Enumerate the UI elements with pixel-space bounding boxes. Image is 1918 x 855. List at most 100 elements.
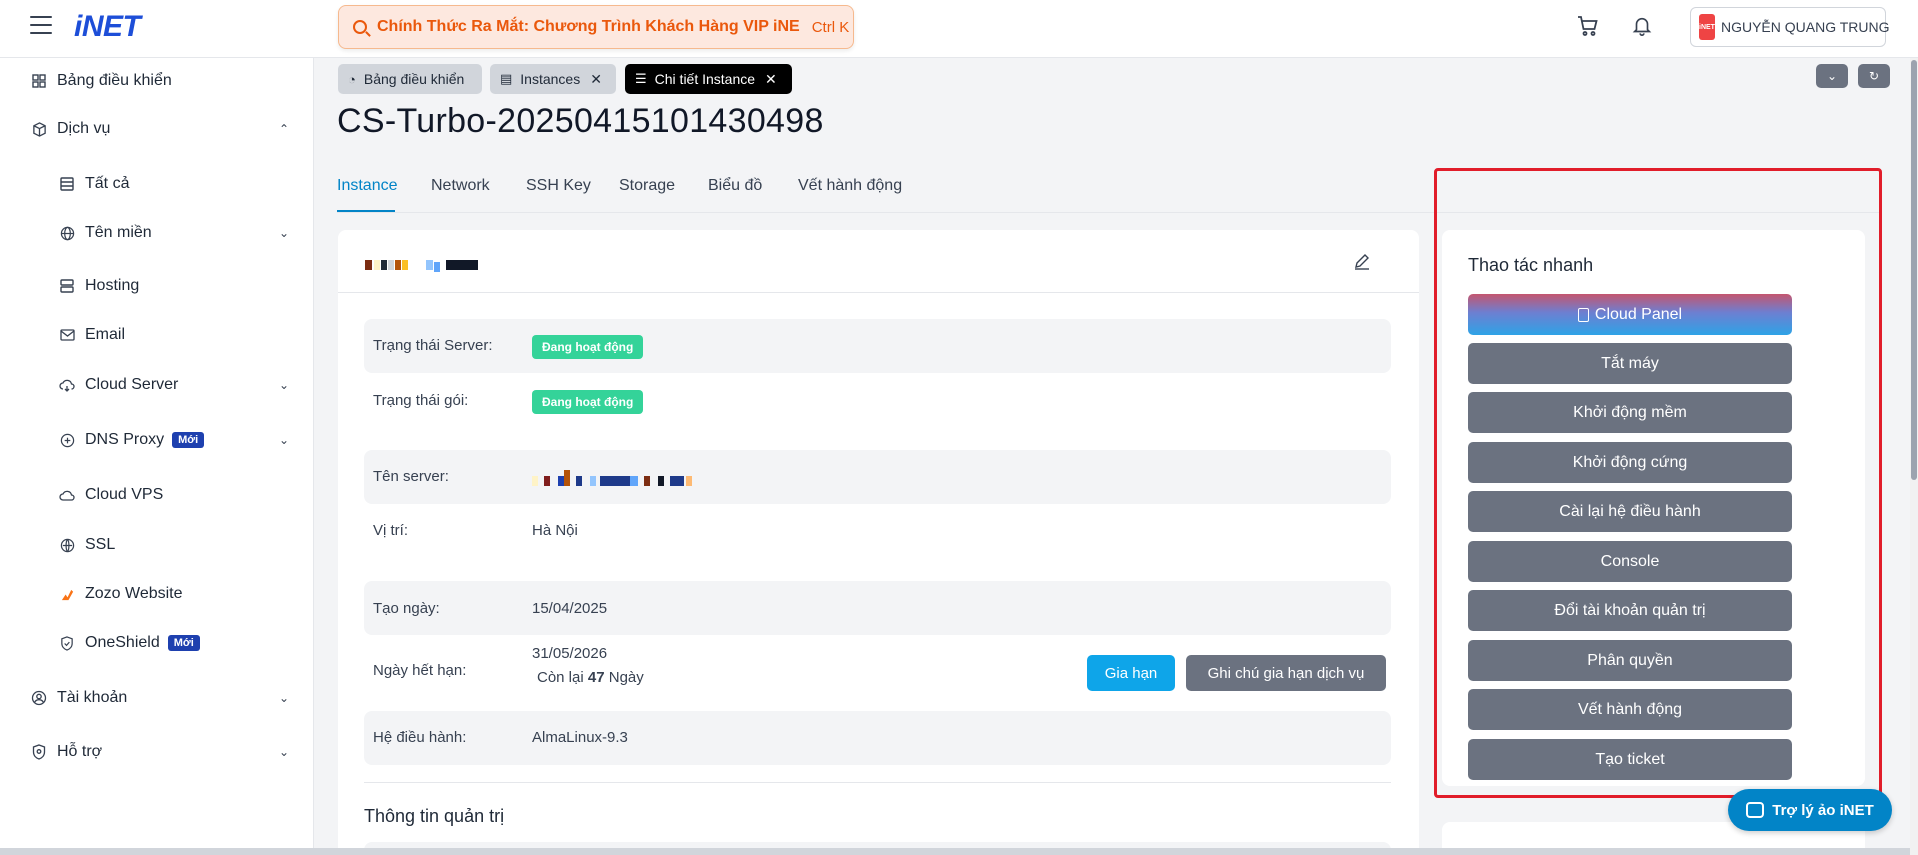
user-name: NGUYỄN QUANG TRUNG — [1720, 19, 1890, 35]
create-ticket-button[interactable]: Tạo ticket — [1468, 739, 1792, 780]
sidebar-item-hosting[interactable]: Hosting — [59, 277, 139, 295]
server-status-label: Trạng thái Server: — [373, 337, 493, 354]
robot-icon — [1746, 802, 1765, 818]
renewal-note-button[interactable]: Ghi chú gia hạn dịch vụ — [1186, 655, 1386, 691]
sidebar-item-domains[interactable]: Tên miền ⌄ — [59, 224, 289, 242]
expiry-row: Ngày hết hạn: 31/05/2026 Còn lại 47 Ngày… — [364, 635, 1391, 705]
sidebar-item-email[interactable]: Email — [59, 326, 125, 344]
instance-detail-card: Trạng thái Server: Đang hoạt động Trạng … — [338, 230, 1419, 855]
divider — [364, 782, 1391, 783]
sidebar-item-label: Email — [85, 326, 126, 343]
quick-actions-title: Thao tác nhanh — [1468, 255, 1594, 275]
horizontal-scrollbar[interactable] — [0, 848, 1910, 855]
tab-instance[interactable]: Instance — [337, 177, 397, 195]
reinstall-os-button[interactable]: Cài lại hệ điều hành — [1468, 491, 1792, 532]
user-menu-button[interactable]: iNET NGUYỄN QUANG TRUNG — [1690, 7, 1890, 47]
sidebar-item-label: OneShield — [85, 634, 160, 651]
user-circle-icon — [31, 690, 47, 706]
tab-label: Instances — [520, 71, 581, 87]
sidebar-item-label: Dịch vụ — [57, 120, 111, 137]
inet-logo[interactable]: iNET — [74, 10, 141, 44]
table-icon: ▤ — [500, 71, 513, 86]
action-log-button[interactable]: Vết hành động — [1468, 689, 1792, 730]
support-icon — [31, 744, 47, 760]
list-icon: ☰ — [635, 71, 647, 86]
cloud-icon — [59, 377, 75, 393]
new-badge: Mới — [167, 635, 200, 651]
location-value: Hà Nội — [532, 522, 578, 539]
chevron-down-icon[interactable]: ⌄ — [279, 433, 289, 447]
tab-storage[interactable]: Storage — [619, 177, 675, 195]
sidebar-item-all[interactable]: Tất cả — [59, 175, 129, 193]
change-admin-account-button[interactable]: Đổi tài khoản quản trị — [1468, 590, 1792, 631]
scrollbar-thumb[interactable] — [1911, 60, 1917, 480]
bell-icon[interactable] — [1631, 14, 1653, 38]
active-tab-indicator — [337, 210, 395, 212]
permissions-button[interactable]: Phân quyền — [1468, 640, 1792, 681]
tab-label: Bảng điều khiển — [363, 71, 465, 87]
zozo-icon — [59, 586, 75, 602]
renew-button[interactable]: Gia hạn — [1087, 655, 1175, 691]
collapse-tabs-button[interactable]: ⌄ — [1816, 64, 1848, 88]
virtual-assistant-button[interactable]: Trợ lý ảo iNET — [1728, 789, 1892, 831]
chevron-down-icon[interactable]: ⌄ — [279, 226, 289, 240]
hard-reboot-button[interactable]: Khởi động cứng — [1468, 442, 1792, 483]
sidebar-item-dashboard[interactable]: Bảng điều khiển — [31, 72, 172, 90]
close-icon[interactable]: ✕ — [765, 71, 777, 88]
sidebar-item-cloud-server[interactable]: Cloud Server ⌄ — [59, 376, 289, 394]
location-label: Vị trí: — [373, 522, 409, 539]
tab-network[interactable]: Network — [431, 177, 490, 195]
tab-instances[interactable]: ▤ Instances ✕ — [490, 64, 616, 94]
soft-reboot-button[interactable]: Khởi động mềm — [1468, 392, 1792, 433]
sidebar-item-label: DNS Proxy — [85, 431, 165, 448]
ssl-icon — [59, 537, 75, 553]
cube-icon — [31, 121, 47, 137]
edit-icon[interactable] — [1353, 252, 1371, 270]
expiry-label: Ngày hết hạn: — [373, 662, 467, 679]
chevron-down-icon: ⌄ — [1826, 69, 1838, 83]
mail-icon — [59, 327, 75, 343]
sidebar-item-services[interactable]: Dịch vụ ⌃ — [31, 120, 289, 138]
sidebar-item-label: Tất cả — [85, 175, 130, 192]
content-tabs: Instance Network SSH Key Storage Biểu đồ… — [337, 173, 1880, 213]
tab-ssh-key[interactable]: SSH Key — [526, 177, 591, 195]
chevron-down-icon[interactable]: ⌄ — [279, 691, 289, 705]
sidebar-item-account[interactable]: Tài khoản ⌄ — [31, 689, 289, 707]
close-icon[interactable]: ✕ — [590, 71, 602, 88]
tab-action-log[interactable]: Vết hành động — [798, 177, 902, 195]
server-name-row: Tên server: — [364, 450, 1391, 504]
dashboard-icon — [31, 73, 47, 89]
admin-info-title: Thông tin quản trị — [364, 806, 505, 826]
sidebar-item-label: Hỗ trợ — [57, 743, 103, 760]
server-status-row: Trạng thái Server: Đang hoạt động — [364, 319, 1391, 373]
chevron-down-icon[interactable]: ⌄ — [279, 378, 289, 392]
sidebar-item-dns-proxy[interactable]: DNS Proxy Mới ⌄ — [59, 431, 289, 449]
sidebar-item-oneshield[interactable]: OneShield Mới — [59, 634, 200, 652]
sidebar-item-ssl[interactable]: SSL — [59, 536, 115, 554]
search-text: Chính Thức Ra Mắt: Chương Trình Khách Hà… — [377, 18, 800, 35]
status-badge: Đang hoạt động — [532, 390, 644, 414]
created-date-label: Tạo ngày: — [373, 600, 440, 617]
cloud-panel-button[interactable]: Cloud Panel — [1468, 294, 1792, 335]
tab-dashboard[interactable]: ◔ Bảng điều khiển — [338, 64, 482, 94]
menu-icon[interactable] — [30, 16, 52, 34]
sidebar-item-cloud-vps[interactable]: Cloud VPS — [59, 486, 163, 504]
sidebar-item-label: Tên miền — [85, 224, 152, 241]
refresh-button[interactable]: ↻ — [1858, 64, 1890, 88]
cart-icon[interactable] — [1576, 14, 1600, 38]
sidebar-item-support[interactable]: Hỗ trợ ⌄ — [31, 743, 289, 761]
dns-icon — [59, 432, 75, 448]
tab-charts[interactable]: Biểu đồ — [708, 177, 762, 195]
server-icon — [59, 278, 75, 294]
chevron-down-icon[interactable]: ⌄ — [279, 745, 289, 759]
tab-instance-detail[interactable]: ☰ Chi tiết Instance ✕ — [625, 64, 792, 94]
top-header: iNET Chính Thức Ra Mắt: Chương Trình Khá… — [0, 0, 1918, 58]
shutdown-button[interactable]: Tắt máy — [1468, 343, 1792, 384]
sidebar-item-label: Cloud Server — [85, 376, 179, 393]
console-button[interactable]: Console — [1468, 541, 1792, 582]
chevron-up-icon[interactable]: ⌃ — [279, 122, 289, 136]
search-bar[interactable]: Chính Thức Ra Mắt: Chương Trình Khách Hà… — [338, 5, 854, 49]
created-date-row: Tạo ngày: 15/04/2025 — [364, 581, 1391, 635]
sidebar-item-zozo-website[interactable]: Zozo Website — [59, 585, 183, 603]
search-shortcut: Ctrl K — [811, 18, 850, 36]
